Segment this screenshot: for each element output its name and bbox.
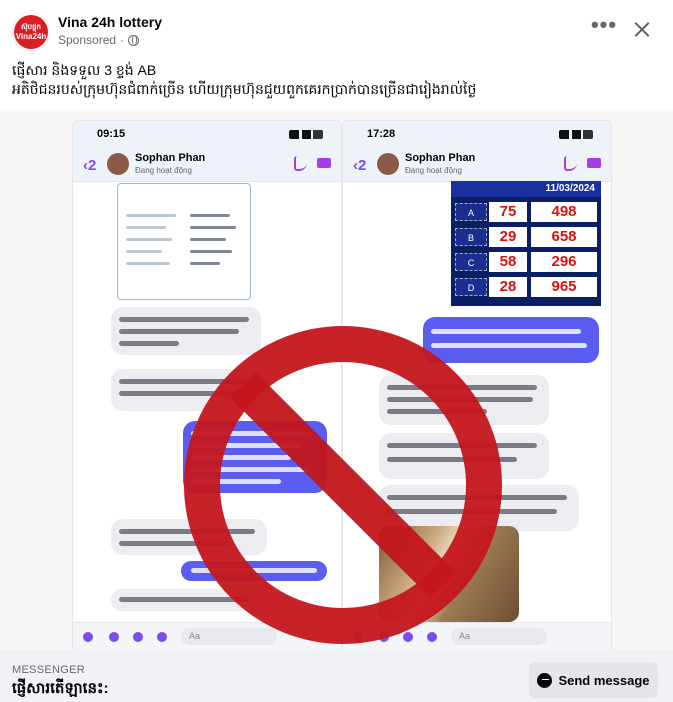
caption-line-1: ផ្ញើសារ និងទទួល 3 ខ្ទង់ AB <box>12 62 157 78</box>
clock: 17:28 <box>367 128 396 140</box>
post-caption: ផ្ញើសារ និងទទួល 3 ខ្ទង់ AB អតិថិជនរបស់ក្… <box>12 61 662 99</box>
contact-name: Sophan Phan <box>405 152 476 164</box>
contact-status: Đang hoạt động <box>135 166 192 175</box>
more-options-button[interactable]: ••• <box>588 14 620 44</box>
chat-header: ‹2 Sophan Phan Đang hoạt động <box>343 147 611 182</box>
chat-header: ‹2 Sophan Phan Đang hoạt động <box>73 147 341 182</box>
lottery-row: D 28 965 <box>455 276 599 298</box>
close-icon[interactable] <box>626 14 658 46</box>
lottery-header: 11/03/2024 <box>451 181 601 197</box>
messenger-prompt: ផ្ញើសារតើឡានេះ: <box>12 680 109 697</box>
caption-line-2: អតិថិជនរបស់ក្រុមហ៊ុនជំពាក់ច្រើន ហើយក្រុម… <box>12 81 477 97</box>
lottery-date: 11/03/2024 <box>545 183 596 194</box>
status-bar: 09:15 <box>73 121 341 147</box>
clock: 09:15 <box>97 128 126 140</box>
post-image[interactable]: 09:15 ‹2 Sophan Phan Đang hoạt động Aa 1… <box>0 110 673 650</box>
contact-name: Sophan Phan <box>135 152 206 164</box>
messenger-footer: MESSENGER ផ្ញើសារតើឡានេះ: Send message <box>0 650 673 702</box>
video-icon <box>587 158 601 168</box>
phone-icon <box>564 156 577 171</box>
lottery-row: C 58 296 <box>455 251 599 273</box>
transfer-receipt-image <box>117 183 251 300</box>
prohibited-sign-icon <box>184 326 502 644</box>
video-icon <box>317 158 331 168</box>
signal-wifi-battery-icon <box>289 130 323 139</box>
contact-avatar <box>107 153 129 175</box>
send-message-button[interactable]: Send message <box>529 662 658 698</box>
lottery-row: A 75 498 <box>455 201 599 223</box>
dot-separator: · <box>120 33 125 47</box>
sponsored-text: Sponsored <box>58 33 117 47</box>
messenger-icon <box>537 672 553 688</box>
contact-status: Đang hoạt động <box>405 166 462 175</box>
contact-avatar <box>377 153 399 175</box>
post-header: ស៊ុបផ្ចុក Vina24h Vina 24h lottery Spons… <box>0 0 673 60</box>
phone-icon <box>294 156 307 171</box>
page-avatar[interactable]: ស៊ុបផ្ចុក Vina24h <box>12 13 50 51</box>
back-icon: ‹2 <box>83 157 97 174</box>
lottery-row: B 29 658 <box>455 226 599 248</box>
messenger-label: MESSENGER <box>12 664 85 676</box>
send-message-label: Send message <box>558 672 650 688</box>
avatar-text-bottom: Vina24h <box>15 31 47 41</box>
page-name-link[interactable]: Vina 24h lottery <box>58 14 162 30</box>
globe-icon <box>128 34 140 46</box>
sponsored-label: Sponsored · <box>58 33 140 47</box>
status-bar: 17:28 <box>343 121 611 147</box>
lottery-results-image: 11/03/2024 A 75 498 B 29 658 C 58 296 D … <box>451 181 601 306</box>
back-icon: ‹2 <box>353 157 367 174</box>
avatar-text-top: ស៊ុបផ្ចុក <box>21 23 41 31</box>
signal-wifi-battery-icon <box>559 130 593 139</box>
